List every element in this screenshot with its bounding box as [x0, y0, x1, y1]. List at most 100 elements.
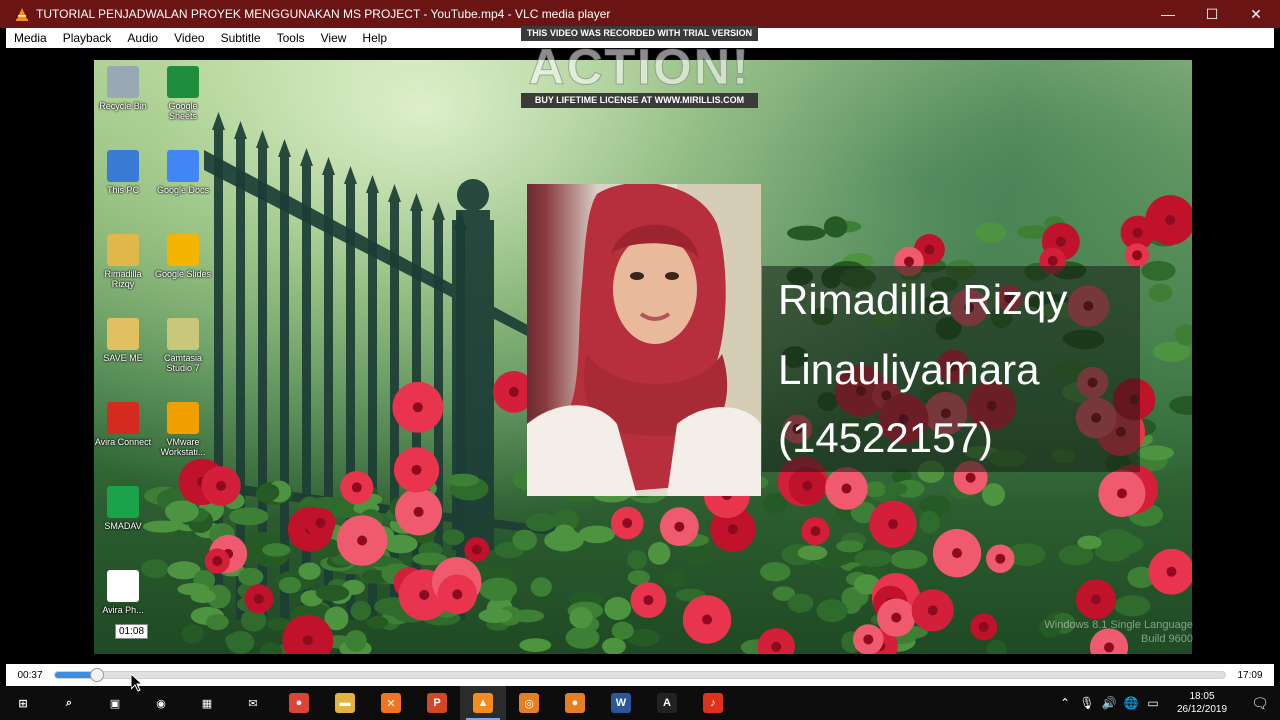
recorder-watermark: THIS VIDEO WAS RECORDED WITH TRIAL VERSI…	[521, 26, 758, 108]
desktop-icon-google-sheets[interactable]: Google Sheets	[154, 66, 212, 121]
recycle-bin-icon	[107, 66, 139, 98]
vmware-icon	[167, 402, 199, 434]
desktop-icon-google-docs[interactable]: Google Docs	[154, 150, 212, 195]
vlc-icon: ▲	[473, 693, 493, 713]
store-app[interactable]: ▦	[184, 686, 230, 720]
speaker-icon[interactable]: 🔊	[1098, 686, 1120, 720]
desktop-icon-label: Google Slides	[154, 269, 212, 279]
action-app[interactable]: A	[644, 686, 690, 720]
presenter-name-line1: Rimadilla Rizqy	[778, 276, 1068, 323]
action-icon: A	[657, 693, 677, 713]
word-app[interactable]: W	[598, 686, 644, 720]
close-button[interactable]: ✕	[1234, 0, 1278, 28]
seek-slider[interactable]	[54, 668, 1226, 682]
chevron-up-icon[interactable]: ⌃	[1054, 686, 1076, 720]
menu-help[interactable]: Help	[354, 31, 395, 45]
menu-view[interactable]: View	[313, 31, 355, 45]
folder-icon	[107, 234, 139, 266]
folder-icon: ▬	[335, 693, 355, 713]
explorer-app[interactable]: ▬	[322, 686, 368, 720]
store-icon: ▦	[197, 693, 217, 713]
desktop-icon-label: VMware Workstati...	[160, 437, 206, 457]
google-sheets-icon	[167, 66, 199, 98]
title-bar[interactable]: TUTORIAL PENJADWALAN PROYEK MENGGUNAKAN …	[0, 0, 1280, 28]
presenter-photo	[527, 184, 761, 496]
powerpoint-app[interactable]: P	[414, 686, 460, 720]
taskbar-apps: ⊞ ⌕ ▣ ◉ ▦ ✉ ● ▬ ✕ P ▲ ◎ ● W A ♪	[0, 686, 736, 720]
desktop-icon-recycle-bin[interactable]: Recycle Bin	[94, 66, 152, 111]
action-recorder-icon: ●	[565, 693, 585, 713]
desktop-icon-rimadilla-rizqy[interactable]: Rimadilla Rizqy	[94, 234, 152, 289]
desktop-icon-camtasia-studio-7[interactable]: Camtasia Studio 7	[154, 318, 212, 373]
avira-icon	[107, 402, 139, 434]
folder-icon	[107, 318, 139, 350]
menu-audio[interactable]: Audio	[119, 31, 166, 45]
elapsed-time: 00:37	[17, 669, 43, 681]
start-button[interactable]: ⊞	[0, 686, 46, 720]
menu-video[interactable]: Video	[166, 31, 212, 45]
seek-bar: 00:37 17:09	[6, 664, 1274, 686]
app-orange-1[interactable]: ◎	[506, 686, 552, 720]
desktop-icon-avira-ph[interactable]: Avira Ph...	[94, 570, 152, 615]
seek-handle[interactable]	[90, 668, 105, 682]
desktop-icon-label: Google Sheets	[168, 101, 198, 121]
powerpoint-icon: P	[427, 693, 447, 713]
desktop-icon-vmware-workstati[interactable]: VMware Workstati...	[154, 402, 212, 457]
this-pc-icon	[107, 150, 139, 182]
vlc-app[interactable]: ▲	[460, 686, 506, 720]
xampp-app[interactable]: ✕	[368, 686, 414, 720]
mail-app[interactable]: ✉	[230, 686, 276, 720]
presenter-name-line2: Linauliyamara	[778, 346, 1040, 393]
window-title: TUTORIAL PENJADWALAN PROYEK MENGGUNAKAN …	[36, 7, 611, 21]
taskbar-clock[interactable]: 18:05 26/12/2019	[1164, 690, 1240, 716]
desktop-icon-label: This PC	[106, 185, 139, 195]
windows-icon: ⊞	[13, 693, 33, 713]
presenter-illustration	[527, 184, 761, 496]
maximize-button[interactable]: ☐	[1190, 0, 1234, 28]
vlc-cone-icon	[14, 6, 30, 22]
search-button[interactable]: ⌕	[46, 686, 92, 720]
camera-icon: ◉	[151, 693, 171, 713]
task-view-icon: ▣	[105, 693, 125, 713]
mail-icon: ✉	[243, 693, 263, 713]
windows-build-text: Build 9600	[1141, 633, 1193, 645]
screen-recorder-icon: ◎	[519, 693, 539, 713]
desktop-icon-label: Avira Connect	[94, 437, 152, 447]
desktop-icon-label: Camtasia Studio 7	[163, 353, 202, 373]
google-slides-icon	[167, 234, 199, 266]
word-icon: W	[611, 693, 631, 713]
desktop-icon-label: Avira Ph...	[102, 605, 144, 615]
desktop-icon-label: SAVE ME	[103, 353, 143, 363]
microphone-icon[interactable]: 🎙	[1076, 686, 1098, 720]
menu-playback[interactable]: Playback	[55, 31, 120, 45]
total-time: 17:09	[1237, 669, 1263, 681]
taskbar: ⊞ ⌕ ▣ ◉ ▦ ✉ ● ▬ ✕ P ▲ ◎ ● W A ♪ ⌃ 🎙 🔊 🌐 ▭ 18:05 26/12/2…	[0, 686, 1280, 720]
desktop-icon-label: SMADAV	[104, 521, 142, 531]
system-tray: ⌃ 🎙 🔊 🌐 ▭ 18:05 26/12/2019 🗨	[1054, 686, 1280, 720]
camtasia-icon	[167, 318, 199, 350]
network-icon[interactable]: 🌐	[1120, 686, 1142, 720]
desktop-icon-google-slides[interactable]: Google Slides	[154, 234, 212, 279]
chrome-app[interactable]: ●	[276, 686, 322, 720]
menu-media[interactable]: Media	[6, 31, 55, 45]
desktop-icon-avira-connect[interactable]: Avira Connect	[94, 402, 152, 447]
battery-icon[interactable]: ▭	[1142, 686, 1164, 720]
app-orange-2[interactable]: ●	[552, 686, 598, 720]
desktop-icon-save-me[interactable]: SAVE ME	[94, 318, 152, 363]
desktop-icon-label: Rimadilla Rizqy	[104, 269, 142, 289]
acrobat-app[interactable]: ♪	[690, 686, 736, 720]
google-docs-icon	[167, 150, 199, 182]
notifications-icon[interactable]: 🗨	[1240, 686, 1280, 720]
windows-build-watermark: Windows 8.1 Single Language Build 9600	[1028, 618, 1193, 646]
clock-date: 26/12/2019	[1176, 704, 1228, 715]
windows-edition-text: Windows 8.1 Single Language	[1044, 619, 1193, 631]
menu-subtitle[interactable]: Subtitle	[213, 31, 269, 45]
minimize-button[interactable]: —	[1146, 0, 1190, 28]
desktop-icon-label: Recycle Bin	[99, 101, 147, 111]
desktop-icon-smadav[interactable]: SMADAV	[94, 486, 152, 531]
camera-app[interactable]: ◉	[138, 686, 184, 720]
desktop-icon-this-pc[interactable]: This PC	[94, 150, 152, 195]
smadav-icon	[107, 486, 139, 518]
clock-time: 18:05	[1189, 691, 1215, 702]
menu-tools[interactable]: Tools	[269, 31, 313, 45]
